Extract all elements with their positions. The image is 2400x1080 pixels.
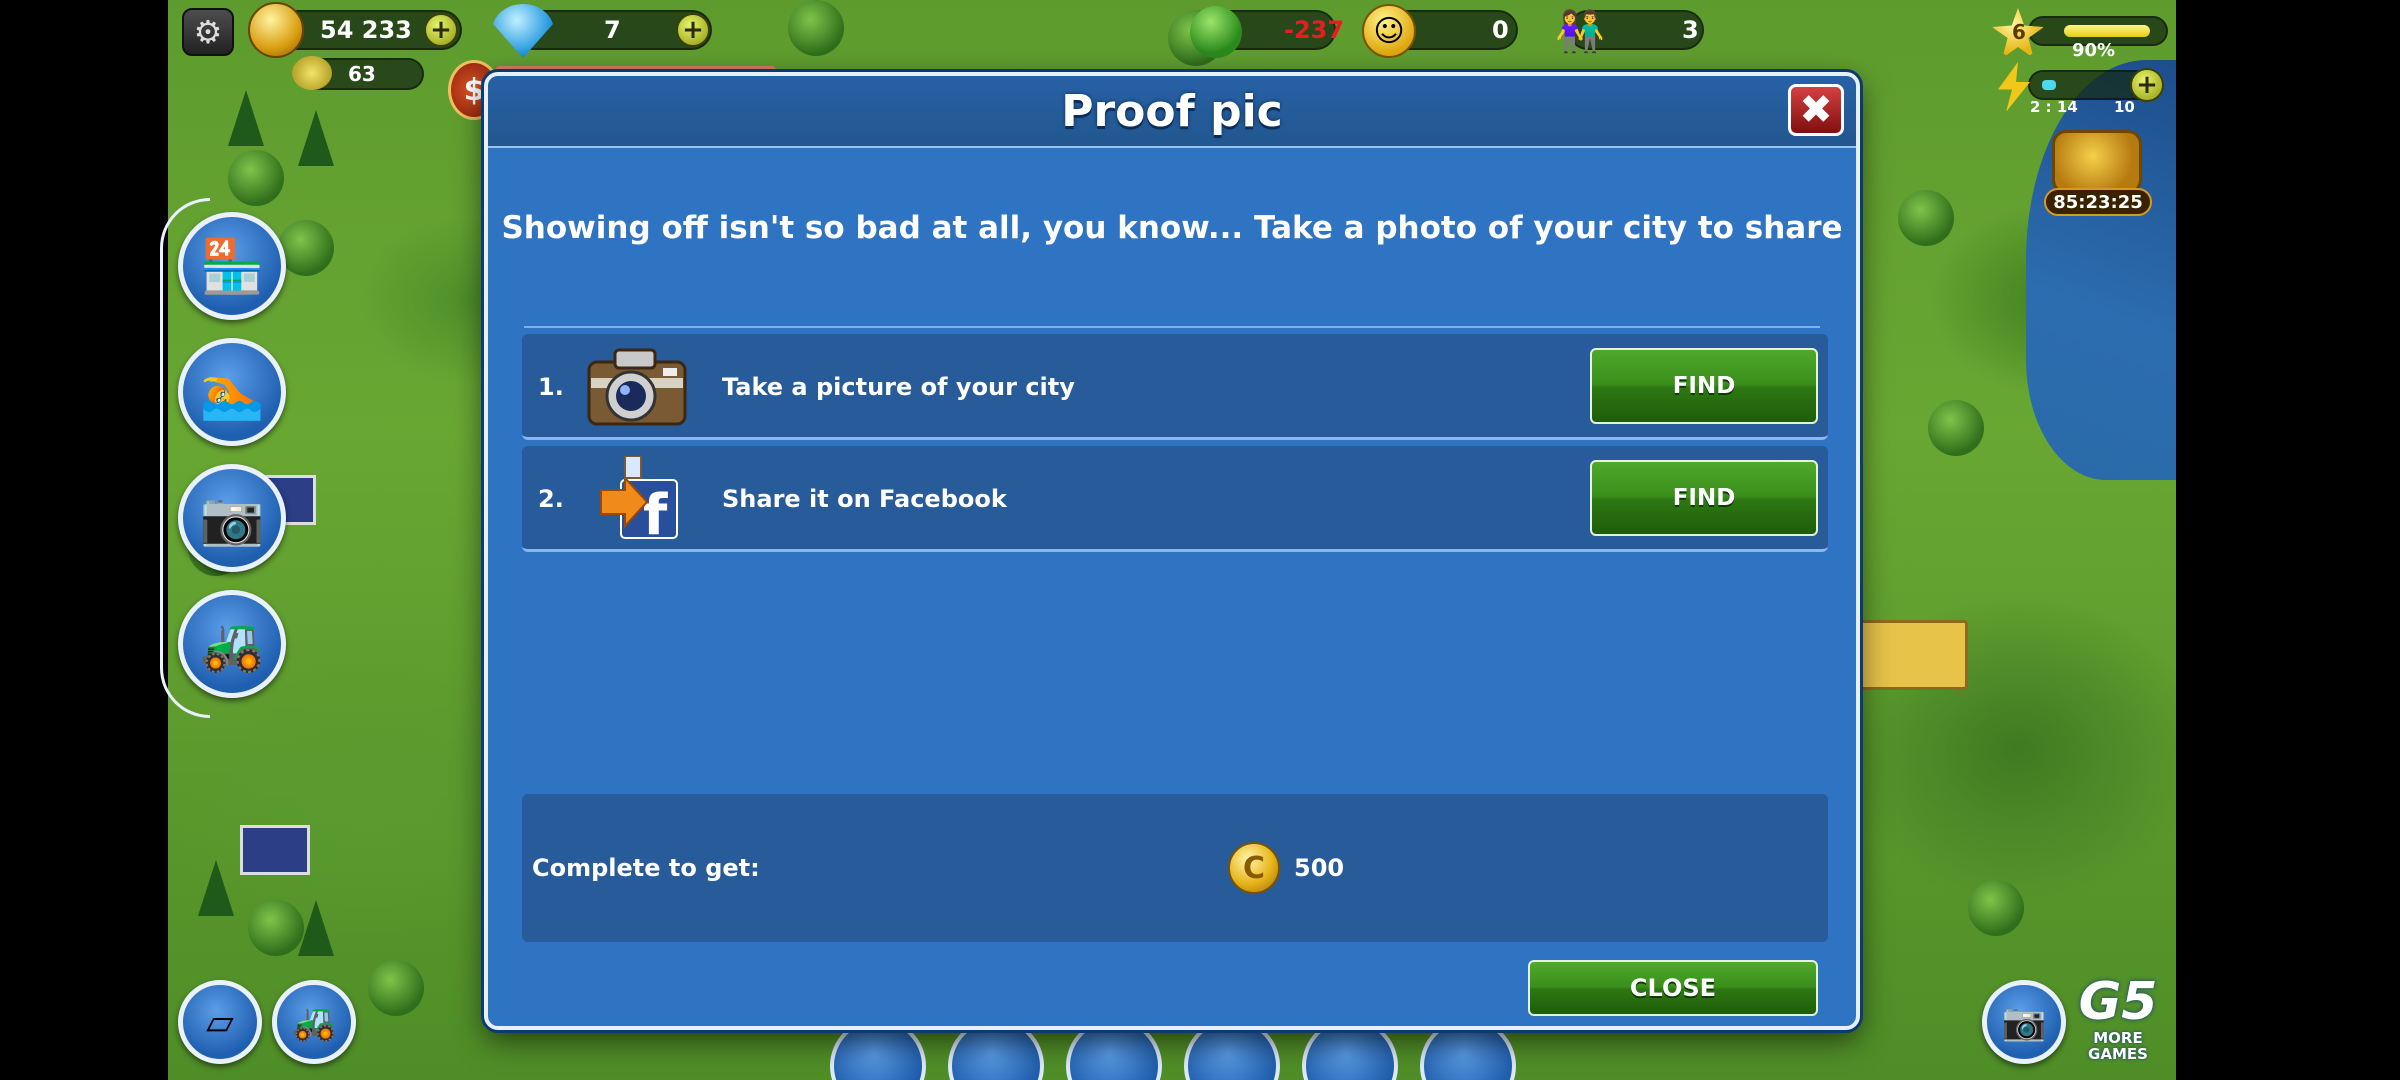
task-text: Take a picture of your city xyxy=(722,373,1075,401)
svg-text:f: f xyxy=(643,483,668,542)
park-pool-icon: 🏊 xyxy=(199,362,265,423)
population-value: 3 xyxy=(1682,16,1699,44)
parks-shop-button[interactable]: 🏊 xyxy=(178,338,286,446)
find-button-take-picture[interactable]: FIND xyxy=(1590,348,1818,424)
chest-timer: 85:23:25 xyxy=(2044,188,2152,216)
expansion-bulldozer-button[interactable]: 🚜 xyxy=(178,590,286,698)
tree xyxy=(788,0,844,56)
more-games-label: MORE GAMES xyxy=(2088,1029,2148,1063)
pine-tree xyxy=(228,90,264,146)
settings-gear-icon[interactable]: ⚙ xyxy=(182,8,234,56)
green-cash-icon xyxy=(292,56,332,90)
store-building-icon: 🏪 xyxy=(199,236,265,297)
divider xyxy=(524,326,1820,328)
energy-bar-fill xyxy=(2042,80,2056,90)
billboard[interactable] xyxy=(240,825,310,875)
dialog-description: Showing off isn't so bad at all, you kno… xyxy=(501,210,1843,246)
bulldozer-icon: 🚜 xyxy=(291,1002,337,1043)
tree xyxy=(1928,400,1984,456)
treasure-chest-icon[interactable] xyxy=(2052,130,2142,194)
tree xyxy=(368,960,424,1016)
facebook-share-icon: f xyxy=(584,456,690,542)
task-number: 1. xyxy=(538,373,564,401)
energy-timer: 2 : 14 xyxy=(2030,98,2078,116)
reward-label: Complete to get: xyxy=(532,854,760,882)
add-gems-button[interactable]: + xyxy=(676,13,710,47)
task-number: 2. xyxy=(538,485,564,513)
add-energy-button[interactable]: + xyxy=(2130,68,2164,102)
coins-value: 54 233 xyxy=(320,16,412,44)
coin-icon: C xyxy=(1228,842,1280,894)
green-points-value: 63 xyxy=(348,62,376,86)
happiness-value: 0 xyxy=(1492,16,1509,44)
xp-percent: 90% xyxy=(2072,40,2116,61)
pine-tree xyxy=(298,900,334,956)
camera-icon xyxy=(584,344,690,430)
gems-value: 7 xyxy=(604,16,621,44)
dialog-title: Proof pic xyxy=(1061,86,1283,137)
ecology-tree-icon xyxy=(1190,6,1242,58)
happiness-smiley-icon: ☺ xyxy=(1362,4,1416,58)
bulldozer-icon: 🚜 xyxy=(199,614,265,675)
level-value: 6 xyxy=(2012,20,2026,44)
road-build-button[interactable]: ▱ xyxy=(178,980,262,1064)
population-people-icon: 👫 xyxy=(1555,8,1605,55)
task-text: Share it on Facebook xyxy=(722,485,1007,513)
proof-pic-dialog: Proof pic ✖ Showing off isn't so bad at … xyxy=(484,72,1860,1030)
tree xyxy=(228,150,284,206)
ecology-value: -237 xyxy=(1284,16,1345,44)
g5-logo: G5 xyxy=(2078,972,2158,1032)
more-games-button[interactable]: G5 MORE GAMES xyxy=(2068,974,2168,1064)
tree xyxy=(248,900,304,956)
camera-icon: 📷 xyxy=(199,488,265,549)
energy-value: 10 xyxy=(2114,98,2135,116)
screenshot-camera-button[interactable]: 📷 xyxy=(1982,980,2066,1064)
camera-icon: 📷 xyxy=(2001,1002,2047,1043)
close-icon: ✖ xyxy=(1799,87,1833,133)
find-button-share-facebook[interactable]: FIND xyxy=(1590,460,1818,536)
close-button[interactable]: CLOSE xyxy=(1528,960,1818,1016)
pine-tree xyxy=(298,110,334,166)
coins-icon xyxy=(248,2,304,58)
bulldoze-button[interactable]: 🚜 xyxy=(272,980,356,1064)
pine-tree xyxy=(198,860,234,916)
coin-symbol: C xyxy=(1242,850,1266,886)
camera-button[interactable]: 📷 xyxy=(178,464,286,572)
tree xyxy=(278,220,334,276)
tree xyxy=(1968,880,2024,936)
close-x-button[interactable]: ✖ xyxy=(1788,84,1844,136)
tree xyxy=(1898,190,1954,246)
reward-panel: Complete to get: C 500 xyxy=(522,794,1828,942)
task-row-share-facebook: 2. f Share it on Facebook FIND xyxy=(522,446,1828,552)
add-coins-button[interactable]: + xyxy=(424,13,458,47)
lake xyxy=(2026,60,2176,480)
task-row-take-picture: 1. Take a picture of your city FIND xyxy=(522,334,1828,440)
xp-bar-fill xyxy=(2064,25,2150,37)
house-building[interactable] xyxy=(1858,620,1968,690)
building-shop-button[interactable]: 🏪 xyxy=(178,212,286,320)
road-icon: ▱ xyxy=(206,1001,234,1043)
reward-value: 500 xyxy=(1294,854,1345,882)
